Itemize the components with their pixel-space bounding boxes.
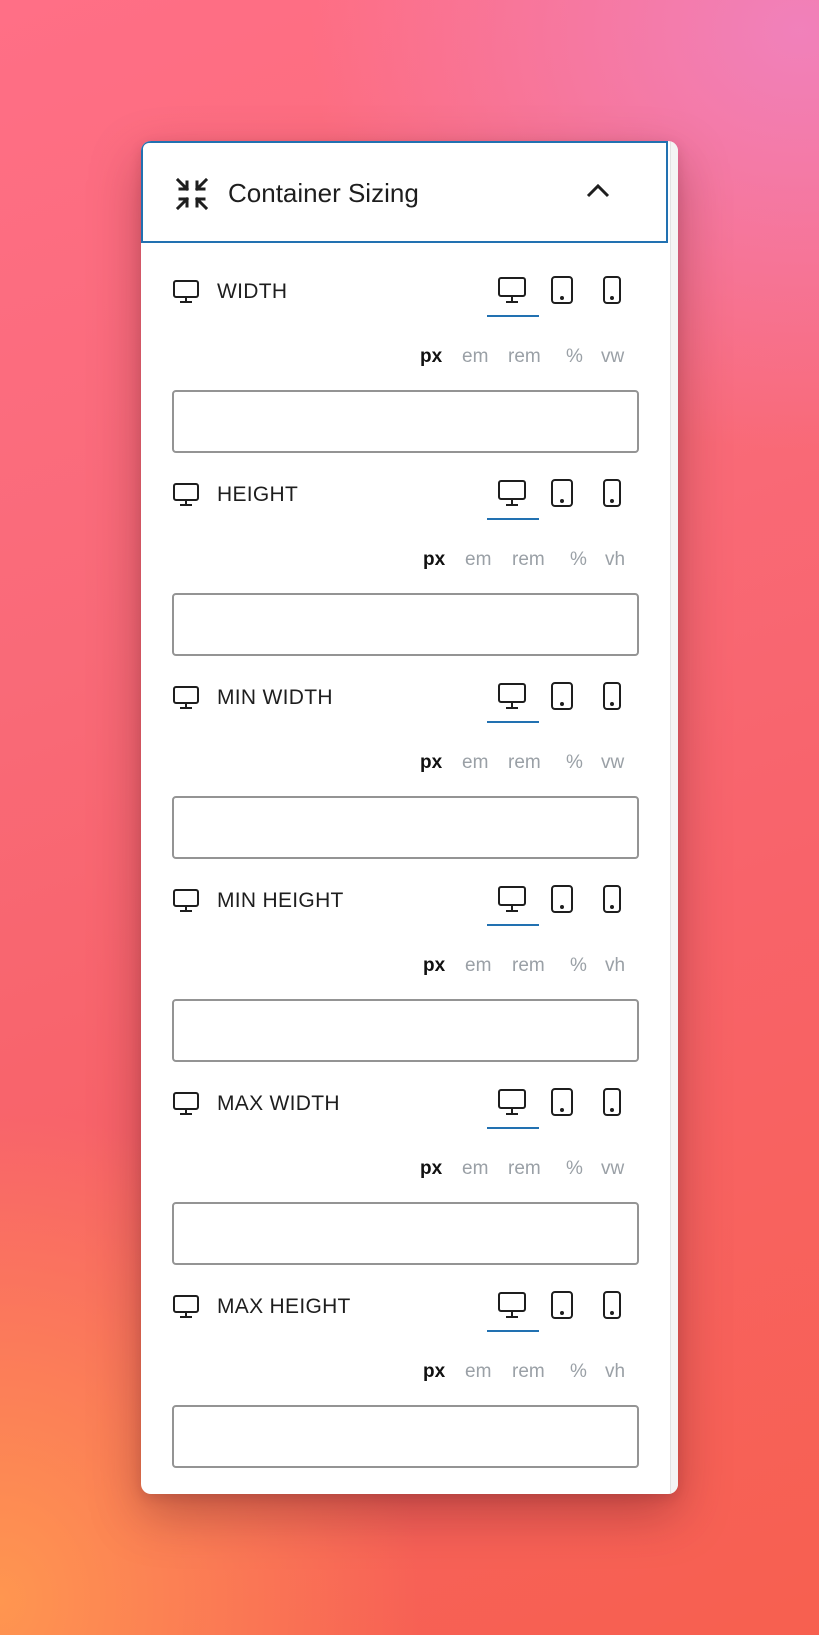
sizing-control-width: WIDTH px em rem% vw xyxy=(141,264,678,467)
unit-option-em[interactable]: em xyxy=(462,1156,488,1182)
min-width-unit-selector: px em rem% vw xyxy=(141,750,678,776)
unit-option-percent[interactable]: % xyxy=(570,547,587,573)
sizing-control-height: HEIGHT px em rem% vh xyxy=(141,467,678,670)
desktop-icon xyxy=(173,483,199,506)
width-input[interactable] xyxy=(172,390,639,453)
active-device-indicator xyxy=(487,1330,539,1332)
min-height-input[interactable] xyxy=(172,999,639,1062)
max-width-input[interactable] xyxy=(172,1202,639,1265)
desktop-icon xyxy=(173,280,199,303)
unit-option-px[interactable]: px xyxy=(420,1156,442,1182)
unit-option-vh[interactable]: vh xyxy=(605,547,625,573)
active-device-indicator xyxy=(487,924,539,926)
control-label: WIDTH xyxy=(217,280,288,303)
sizing-control-min-width: MIN WIDTH px em rem% vw xyxy=(141,670,678,873)
sizing-control-max-height: MAX HEIGHT px em rem% vh xyxy=(141,1279,678,1482)
panel-title: Container Sizing xyxy=(228,178,419,208)
unit-option-rem[interactable]: rem xyxy=(512,547,545,573)
min-width-input[interactable] xyxy=(172,796,639,859)
desktop-icon xyxy=(173,686,199,709)
unit-option-vw[interactable]: vw xyxy=(601,344,624,370)
max-width-desktop-icon[interactable] xyxy=(495,1086,529,1118)
max-height-tablet-icon[interactable] xyxy=(545,1289,579,1321)
unit-option-em[interactable]: em xyxy=(462,344,488,370)
unit-option-percent[interactable]: % xyxy=(570,953,587,979)
width-unit-selector: px em rem% vw xyxy=(141,344,678,370)
unit-option-percent[interactable]: % xyxy=(566,344,583,370)
unit-option-em[interactable]: em xyxy=(465,1359,491,1385)
container-sizing-panel: Container Sizing WIDTH px em rem% vw HEI… xyxy=(141,141,678,1494)
min-width-tablet-icon[interactable] xyxy=(545,680,579,712)
unit-option-rem[interactable]: rem xyxy=(508,750,541,776)
control-label: MIN HEIGHT xyxy=(217,889,344,912)
unit-option-px[interactable]: px xyxy=(423,953,445,979)
height-unit-selector: px em rem% vh xyxy=(141,547,678,573)
unit-option-vh[interactable]: vh xyxy=(605,1359,625,1385)
width-tablet-icon[interactable] xyxy=(545,274,579,306)
desktop-icon xyxy=(173,889,199,912)
unit-option-px[interactable]: px xyxy=(423,547,445,573)
width-mobile-icon[interactable] xyxy=(595,274,629,306)
unit-option-em[interactable]: em xyxy=(465,953,491,979)
max-height-desktop-icon[interactable] xyxy=(495,1289,529,1321)
unit-option-rem[interactable]: rem xyxy=(508,1156,541,1182)
unit-option-rem[interactable]: rem xyxy=(512,953,545,979)
max-height-input[interactable] xyxy=(172,1405,639,1468)
shrink-arrows-icon xyxy=(175,177,209,211)
min-height-desktop-icon[interactable] xyxy=(495,883,529,915)
unit-option-em[interactable]: em xyxy=(465,547,491,573)
panel-header-toggle[interactable]: Container Sizing xyxy=(141,141,668,243)
min-width-mobile-icon[interactable] xyxy=(595,680,629,712)
height-desktop-icon[interactable] xyxy=(495,477,529,509)
unit-option-rem[interactable]: rem xyxy=(508,344,541,370)
max-width-tablet-icon[interactable] xyxy=(545,1086,579,1118)
desktop-icon xyxy=(173,1295,199,1318)
height-input[interactable] xyxy=(172,593,639,656)
min-height-tablet-icon[interactable] xyxy=(545,883,579,915)
active-device-indicator xyxy=(487,518,539,520)
control-label: MAX WIDTH xyxy=(217,1092,340,1115)
chevron-up-icon[interactable] xyxy=(585,181,611,201)
unit-option-percent[interactable]: % xyxy=(566,750,583,776)
min-height-mobile-icon[interactable] xyxy=(595,883,629,915)
width-desktop-icon[interactable] xyxy=(495,274,529,306)
unit-option-percent[interactable]: % xyxy=(570,1359,587,1385)
max-width-unit-selector: px em rem% vw xyxy=(141,1156,678,1182)
unit-option-vh[interactable]: vh xyxy=(605,953,625,979)
min-width-desktop-icon[interactable] xyxy=(495,680,529,712)
max-height-mobile-icon[interactable] xyxy=(595,1289,629,1321)
active-device-indicator xyxy=(487,315,539,317)
active-device-indicator xyxy=(487,1127,539,1129)
unit-option-rem[interactable]: rem xyxy=(512,1359,545,1385)
control-label: MIN WIDTH xyxy=(217,686,333,709)
unit-option-px[interactable]: px xyxy=(420,344,442,370)
sizing-control-min-height: MIN HEIGHT px em rem% vh xyxy=(141,873,678,1076)
desktop-icon xyxy=(173,1092,199,1115)
min-height-unit-selector: px em rem% vh xyxy=(141,953,678,979)
max-width-mobile-icon[interactable] xyxy=(595,1086,629,1118)
control-label: MAX HEIGHT xyxy=(217,1295,351,1318)
unit-option-em[interactable]: em xyxy=(462,750,488,776)
unit-option-px[interactable]: px xyxy=(420,750,442,776)
unit-option-percent[interactable]: % xyxy=(566,1156,583,1182)
unit-option-px[interactable]: px xyxy=(423,1359,445,1385)
height-mobile-icon[interactable] xyxy=(595,477,629,509)
unit-option-vw[interactable]: vw xyxy=(601,1156,624,1182)
active-device-indicator xyxy=(487,721,539,723)
max-height-unit-selector: px em rem% vh xyxy=(141,1359,678,1385)
height-tablet-icon[interactable] xyxy=(545,477,579,509)
sizing-control-max-width: MAX WIDTH px em rem% vw xyxy=(141,1076,678,1279)
control-label: HEIGHT xyxy=(217,483,299,506)
unit-option-vw[interactable]: vw xyxy=(601,750,624,776)
